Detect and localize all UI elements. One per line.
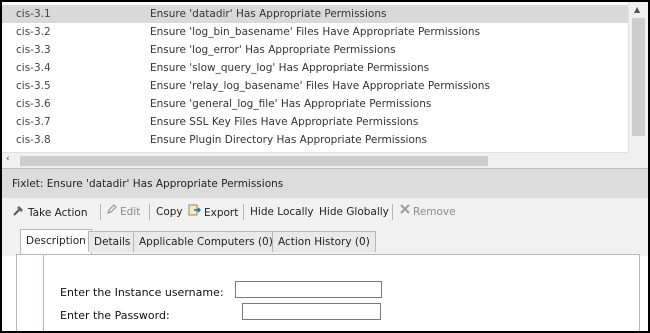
list-row-cis-3-2[interactable]: cis-3.2 Ensure 'log_bin_basename' Files …	[2, 23, 628, 41]
row-id: cis-3.7	[16, 116, 51, 128]
scroll-up-icon[interactable]: ▲	[634, 5, 640, 14]
hide-globally-label: Hide Globally	[319, 206, 389, 218]
row-id: cis-3.8	[16, 134, 51, 146]
list-row-cis-3-8[interactable]: cis-3.8 Ensure Plugin Directory Has Appr…	[2, 131, 628, 149]
export-button[interactable]: Export	[188, 203, 238, 221]
password-input[interactable]	[242, 303, 381, 320]
username-input[interactable]	[235, 281, 382, 298]
horizontal-scrollbar[interactable]: ‹	[2, 152, 628, 169]
copy-label: Copy	[156, 206, 183, 218]
console-window: cis-3.1 Ensure 'datadir' Has Appropriate…	[2, 2, 648, 331]
toolbar-separator	[392, 204, 393, 220]
row-id: cis-3.4	[16, 62, 51, 74]
row-name: Ensure 'general_log_file' Has Appropriat…	[150, 98, 432, 110]
row-id: cis-3.6	[16, 98, 51, 110]
vertical-scroll-thumb[interactable]	[632, 18, 645, 136]
row-id: cis-3.1	[16, 8, 51, 20]
hide-locally-button[interactable]: Hide Locally	[250, 203, 314, 221]
take-action-label: Take Action	[28, 207, 88, 219]
username-label: Enter the Instance username:	[60, 286, 224, 299]
take-action-icon	[12, 203, 26, 223]
toolbar-separator	[243, 204, 244, 220]
row-name: Ensure Plugin Directory Has Appropriate …	[150, 134, 428, 146]
hide-globally-button[interactable]: Hide Globally	[319, 203, 389, 221]
row-id: cis-3.5	[16, 80, 51, 92]
edit-label: Edit	[120, 206, 141, 218]
export-label: Export	[204, 207, 239, 219]
fixlet-title: Fixlet: Ensure 'datadir' Has Appropriate…	[12, 178, 284, 190]
fixlet-list: cis-3.1 Ensure 'datadir' Has Appropriate…	[2, 2, 628, 152]
tab-applicable-computers[interactable]: Applicable Computers (0)	[133, 231, 279, 252]
tab-label: Description	[26, 235, 86, 247]
hide-locally-label: Hide Locally	[250, 206, 314, 218]
pencil-icon	[106, 203, 118, 221]
tab-action-history[interactable]: Action History (0)	[272, 231, 376, 252]
take-action-button[interactable]: Take Action	[12, 203, 88, 221]
vertical-scrollbar[interactable]: ▲	[628, 2, 648, 152]
password-label: Enter the Password:	[60, 309, 170, 322]
remove-button[interactable]: Remove	[399, 203, 456, 221]
row-id: cis-3.3	[16, 44, 51, 56]
remove-label: Remove	[413, 206, 456, 218]
export-icon	[188, 203, 202, 223]
fixlet-toolbar: Take Action Edit Copy Export Hide Locall…	[2, 198, 648, 227]
row-name: Ensure 'slow_query_log' Has Appropriate …	[150, 62, 430, 74]
list-row-cis-3-6[interactable]: cis-3.6 Ensure 'general_log_file' Has Ap…	[2, 95, 628, 113]
copy-button[interactable]: Copy	[156, 203, 183, 221]
scroll-corner	[628, 152, 648, 168]
row-id: cis-3.2	[16, 26, 51, 38]
fixlet-header: Fixlet: Ensure 'datadir' Has Appropriate…	[2, 168, 648, 200]
tab-label: Action History (0)	[278, 236, 370, 248]
tab-label: Details	[94, 236, 131, 248]
toolbar-separator	[149, 204, 150, 220]
list-row-cis-3-1[interactable]: cis-3.1 Ensure 'datadir' Has Appropriate…	[2, 5, 628, 23]
list-row-cis-3-4[interactable]: cis-3.4 Ensure 'slow_query_log' Has Appr…	[2, 59, 628, 77]
tab-bar: Description Details Applicable Computers…	[2, 226, 648, 256]
row-name: Ensure 'log_error' Has Appropriate Permi…	[150, 44, 396, 56]
horizontal-scroll-thumb[interactable]	[20, 156, 488, 166]
list-row-cis-3-3[interactable]: cis-3.3 Ensure 'log_error' Has Appropria…	[2, 41, 628, 59]
tab-details[interactable]: Details	[88, 231, 137, 252]
description-panel: Enter the Instance username: Enter the P…	[16, 254, 640, 331]
tab-description[interactable]: Description	[20, 229, 92, 254]
toolbar-separator	[100, 204, 101, 220]
edit-button[interactable]: Edit	[106, 203, 140, 221]
remove-x-icon	[399, 203, 411, 221]
row-name: Ensure SSL Key Files Have Appropriate Pe…	[150, 116, 419, 128]
tab-label: Applicable Computers (0)	[139, 236, 273, 248]
content-margin-line	[43, 255, 44, 331]
list-row-cis-3-5[interactable]: cis-3.5 Ensure 'relay_log_basename' File…	[2, 77, 628, 95]
row-name: Ensure 'relay_log_basename' Files Have A…	[150, 80, 490, 92]
scroll-left-icon[interactable]: ‹	[6, 154, 10, 164]
row-name: Ensure 'log_bin_basename' Files Have App…	[150, 26, 481, 38]
list-row-cis-3-7[interactable]: cis-3.7 Ensure SSL Key Files Have Approp…	[2, 113, 628, 131]
row-name: Ensure 'datadir' Has Appropriate Permiss…	[150, 8, 387, 20]
